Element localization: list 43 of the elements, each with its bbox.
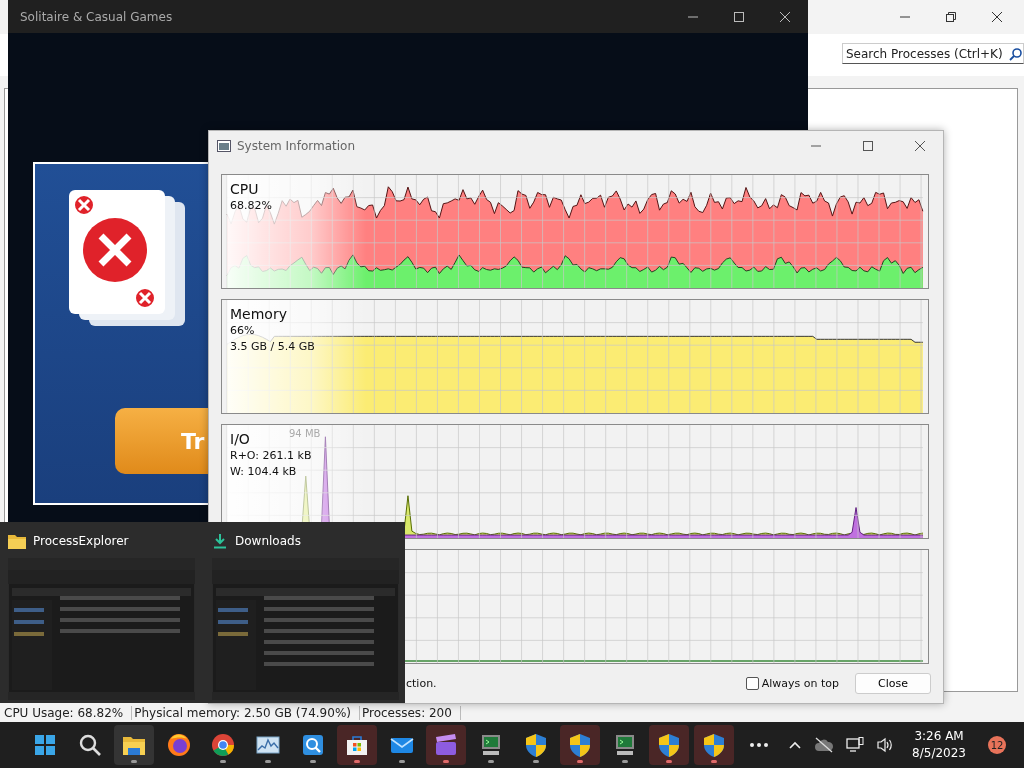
graph-reading: W: 104.4 kB — [230, 464, 297, 480]
folder-icon — [8, 533, 26, 549]
checkbox[interactable] — [745, 677, 759, 690]
graph-title: I/O — [230, 430, 250, 448]
graph-title: Memory — [230, 305, 287, 323]
close-icon — [914, 140, 926, 152]
graph-reading: 3.5 GB / 5.4 GB — [230, 339, 315, 355]
taskbar-button[interactable] — [114, 725, 155, 765]
taskbar-button[interactable] — [337, 725, 378, 765]
taskbar-button[interactable] — [560, 725, 601, 765]
graph-scale-label: 94 MB — [289, 428, 321, 439]
volume-icon[interactable] — [876, 737, 895, 753]
status-text: CPU Usage: 68.82% — [2, 706, 133, 720]
maximize-icon — [862, 140, 874, 152]
close-icon — [779, 10, 791, 23]
clock-date[interactable]: 8/5/2023 — [912, 745, 966, 762]
close-button[interactable]: Close — [855, 673, 931, 694]
window-title: Downloads — [235, 534, 301, 548]
taskbar-button[interactable] — [426, 725, 467, 765]
search-icon — [1009, 46, 1023, 61]
restore-icon — [945, 11, 957, 23]
graph-reading: R+O: 261.1 kB — [230, 448, 312, 464]
network-icon[interactable] — [846, 737, 865, 753]
footer-text: ction. — [406, 677, 438, 690]
download-icon — [212, 533, 228, 549]
status-text: Processes: 200 — [359, 706, 461, 720]
status-text: Physical memory: 2.50 GB (74.90%) — [132, 706, 360, 720]
window-title: System Information — [237, 139, 357, 153]
checkbox-label: Always on top — [761, 677, 839, 690]
notification-badge[interactable]: 12 — [988, 736, 1006, 754]
clock-time[interactable]: 3:26 AM — [914, 728, 964, 745]
search-field[interactable]: Search Processes (Ctrl+K) — [842, 43, 1024, 64]
graph-reading: 68.82% — [230, 198, 272, 214]
window-title: Solitaire & Casual Games — [20, 9, 174, 24]
window-title: ProcessExplorer — [33, 534, 129, 548]
graph-title: CPU — [230, 180, 259, 198]
close-icon — [991, 11, 1003, 23]
taskbar-button[interactable] — [693, 725, 734, 765]
window-icon — [217, 140, 231, 152]
graph-reading: 66% — [230, 323, 255, 339]
cloud-off-icon[interactable] — [814, 737, 835, 753]
taskbar-button[interactable] — [649, 725, 690, 765]
maximize-icon — [733, 10, 745, 23]
